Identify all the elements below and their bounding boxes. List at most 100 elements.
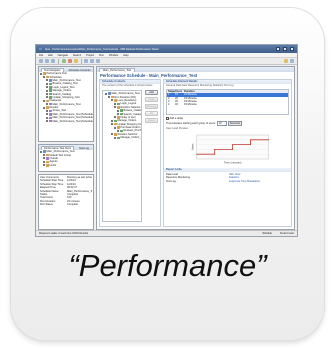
perspective-java-icon[interactable] — [290, 59, 294, 63]
element-details-tabs[interactable]: General Data Sets Resource Monitoring St… — [164, 84, 291, 87]
expand-toggle-icon[interactable] — [46, 96, 48, 99]
up-button[interactable]: Up — [145, 111, 158, 116]
close-icon[interactable] — [290, 47, 294, 51]
expand-toggle-icon[interactable] — [114, 102, 116, 105]
report-icon — [49, 113, 52, 116]
toolbar-separator — [58, 58, 59, 64]
ramp-unit-select[interactable]: Seconds — [227, 121, 242, 126]
expand-toggle-icon[interactable] — [40, 72, 42, 75]
expand-toggle-icon[interactable] — [105, 92, 107, 95]
menu-run[interactable]: Run — [99, 54, 104, 57]
expand-toggle-icon[interactable] — [40, 150, 42, 153]
add-button[interactable]: Add — [145, 90, 158, 95]
properties-view: User CommentsRunning as test scheduleSch… — [38, 174, 94, 230]
debug-icon[interactable] — [67, 59, 72, 63]
print-icon[interactable] — [51, 59, 55, 63]
table-row[interactable]: 4 40 15 Minutes — [167, 103, 288, 106]
maximize-icon[interactable] — [283, 47, 287, 51]
status-insert-mode: Smart Insert — [279, 232, 294, 235]
menu-help[interactable]: Help — [123, 54, 128, 57]
expand-toggle-icon[interactable] — [46, 93, 48, 96]
stages-table: Stage Users Duration 1 10 15 Minutes 2 20 15 … — [166, 89, 289, 115]
stages-table-body: 1 10 15 Minutes 2 20 15 Minutes 3 30 15 Minutes 4… — [167, 93, 288, 106]
expand-toggle-icon[interactable] — [43, 154, 45, 157]
editor-tab[interactable]: Main_Performance_Test — [99, 68, 136, 72]
expand-toggle-icon[interactable] — [111, 119, 113, 122]
table-cell: 15 Minutes — [184, 103, 197, 107]
ramp-value-input[interactable]: 10 — [216, 121, 227, 126]
expand-toggle-icon[interactable] — [117, 109, 119, 112]
expand-toggle-icon[interactable] — [111, 99, 113, 102]
expand-toggle-icon[interactable] — [117, 129, 119, 132]
tab-performance-test-runs[interactable]: Performance Test Runs — [41, 145, 75, 150]
expand-toggle-icon[interactable] — [43, 160, 45, 163]
tab-test-navigator[interactable]: Test Navigator — [41, 67, 64, 72]
expand-toggle-icon[interactable] — [46, 120, 48, 123]
test-icon — [120, 109, 123, 112]
user-load-point — [214, 148, 216, 150]
expand-toggle-icon[interactable] — [111, 133, 113, 136]
expand-toggle-icon[interactable] — [46, 86, 48, 89]
x-axis-label: Time (minutes) — [224, 161, 242, 165]
test-icon — [49, 86, 52, 89]
status-writable: Writable — [262, 232, 272, 235]
expand-toggle-icon[interactable] — [46, 79, 48, 82]
user-load-point — [232, 144, 234, 146]
expand-toggle-icon[interactable] — [46, 109, 48, 112]
expand-toggle-icon[interactable] — [114, 106, 116, 109]
menu-window[interactable]: Window — [109, 54, 118, 57]
expand-toggle-icon[interactable] — [108, 96, 110, 99]
new-icon[interactable] — [39, 59, 43, 63]
tab-test-log[interactable]: Test Log — [76, 146, 92, 150]
expand-toggle-icon[interactable] — [43, 157, 45, 160]
expand-toggle-icon[interactable] — [43, 164, 45, 167]
test-runs-view: Performance Test Runs Test Log Main_Perf… — [38, 144, 94, 172]
tree-item[interactable]: Hosts — [39, 164, 93, 167]
user-load-point — [250, 139, 252, 141]
menu-search[interactable]: Search — [73, 54, 81, 57]
app-caption: “Performance” — [68, 248, 267, 283]
report-link[interactable]: Response Time Breakdown — [229, 180, 290, 183]
property-value: Complete — [67, 203, 79, 207]
back-icon[interactable] — [90, 59, 94, 63]
expand-toggle-icon[interactable] — [114, 126, 116, 129]
menu-project[interactable]: Project — [86, 54, 94, 57]
expand-toggle-icon[interactable] — [114, 116, 116, 119]
expand-toggle-icon[interactable] — [46, 103, 48, 106]
expand-toggle-icon[interactable] — [46, 116, 48, 119]
minimize-icon[interactable] — [276, 47, 280, 51]
expand-toggle-icon[interactable] — [43, 76, 45, 79]
folder-icon — [114, 99, 117, 102]
expand-toggle-icon[interactable] — [46, 89, 48, 92]
user-load-point — [267, 139, 270, 141]
tree-item[interactable]: Main_Performance_Test [Schedule] — [39, 119, 93, 123]
user-load-point — [214, 153, 216, 155]
statusbar: Request Loader of each line 100% Results… — [36, 230, 297, 236]
forward-icon[interactable] — [96, 59, 100, 63]
expand-toggle-icon[interactable] — [43, 99, 45, 102]
down-button[interactable]: Down — [145, 118, 158, 123]
menu-navigate[interactable]: Navigate — [58, 54, 68, 57]
table-cell: 40 — [175, 103, 178, 107]
expand-toggle-icon[interactable] — [43, 106, 45, 109]
expand-toggle-icon[interactable] — [46, 82, 48, 85]
expand-toggle-icon[interactable] — [114, 136, 116, 139]
menu-file[interactable]: File — [39, 54, 43, 57]
menu-edit[interactable]: Edit — [48, 54, 52, 57]
tree-item[interactable]: Manage_Orders_Test — [104, 136, 141, 139]
expand-toggle-icon[interactable] — [117, 113, 119, 116]
delay-checkbox[interactable] — [166, 117, 169, 120]
run-icon[interactable] — [61, 59, 66, 63]
report-link-label: Test Log — [166, 179, 176, 183]
element-details-section: Schedule Element Details General Data Se… — [163, 79, 292, 227]
insert-button[interactable]: Insert — [145, 97, 158, 102]
expand-toggle-icon[interactable] — [111, 123, 113, 126]
tab-schedule-contents[interactable]: Schedule Contents — [66, 68, 93, 72]
external-tools-icon[interactable] — [73, 59, 78, 63]
search-icon[interactable] — [84, 59, 88, 63]
remove-button[interactable]: Remove — [145, 104, 158, 109]
save-icon[interactable] — [45, 59, 49, 63]
expand-toggle-icon[interactable] — [46, 113, 48, 116]
perspective-icon[interactable] — [284, 59, 288, 63]
delay-check-row[interactable]: Add a delay — [164, 117, 291, 120]
